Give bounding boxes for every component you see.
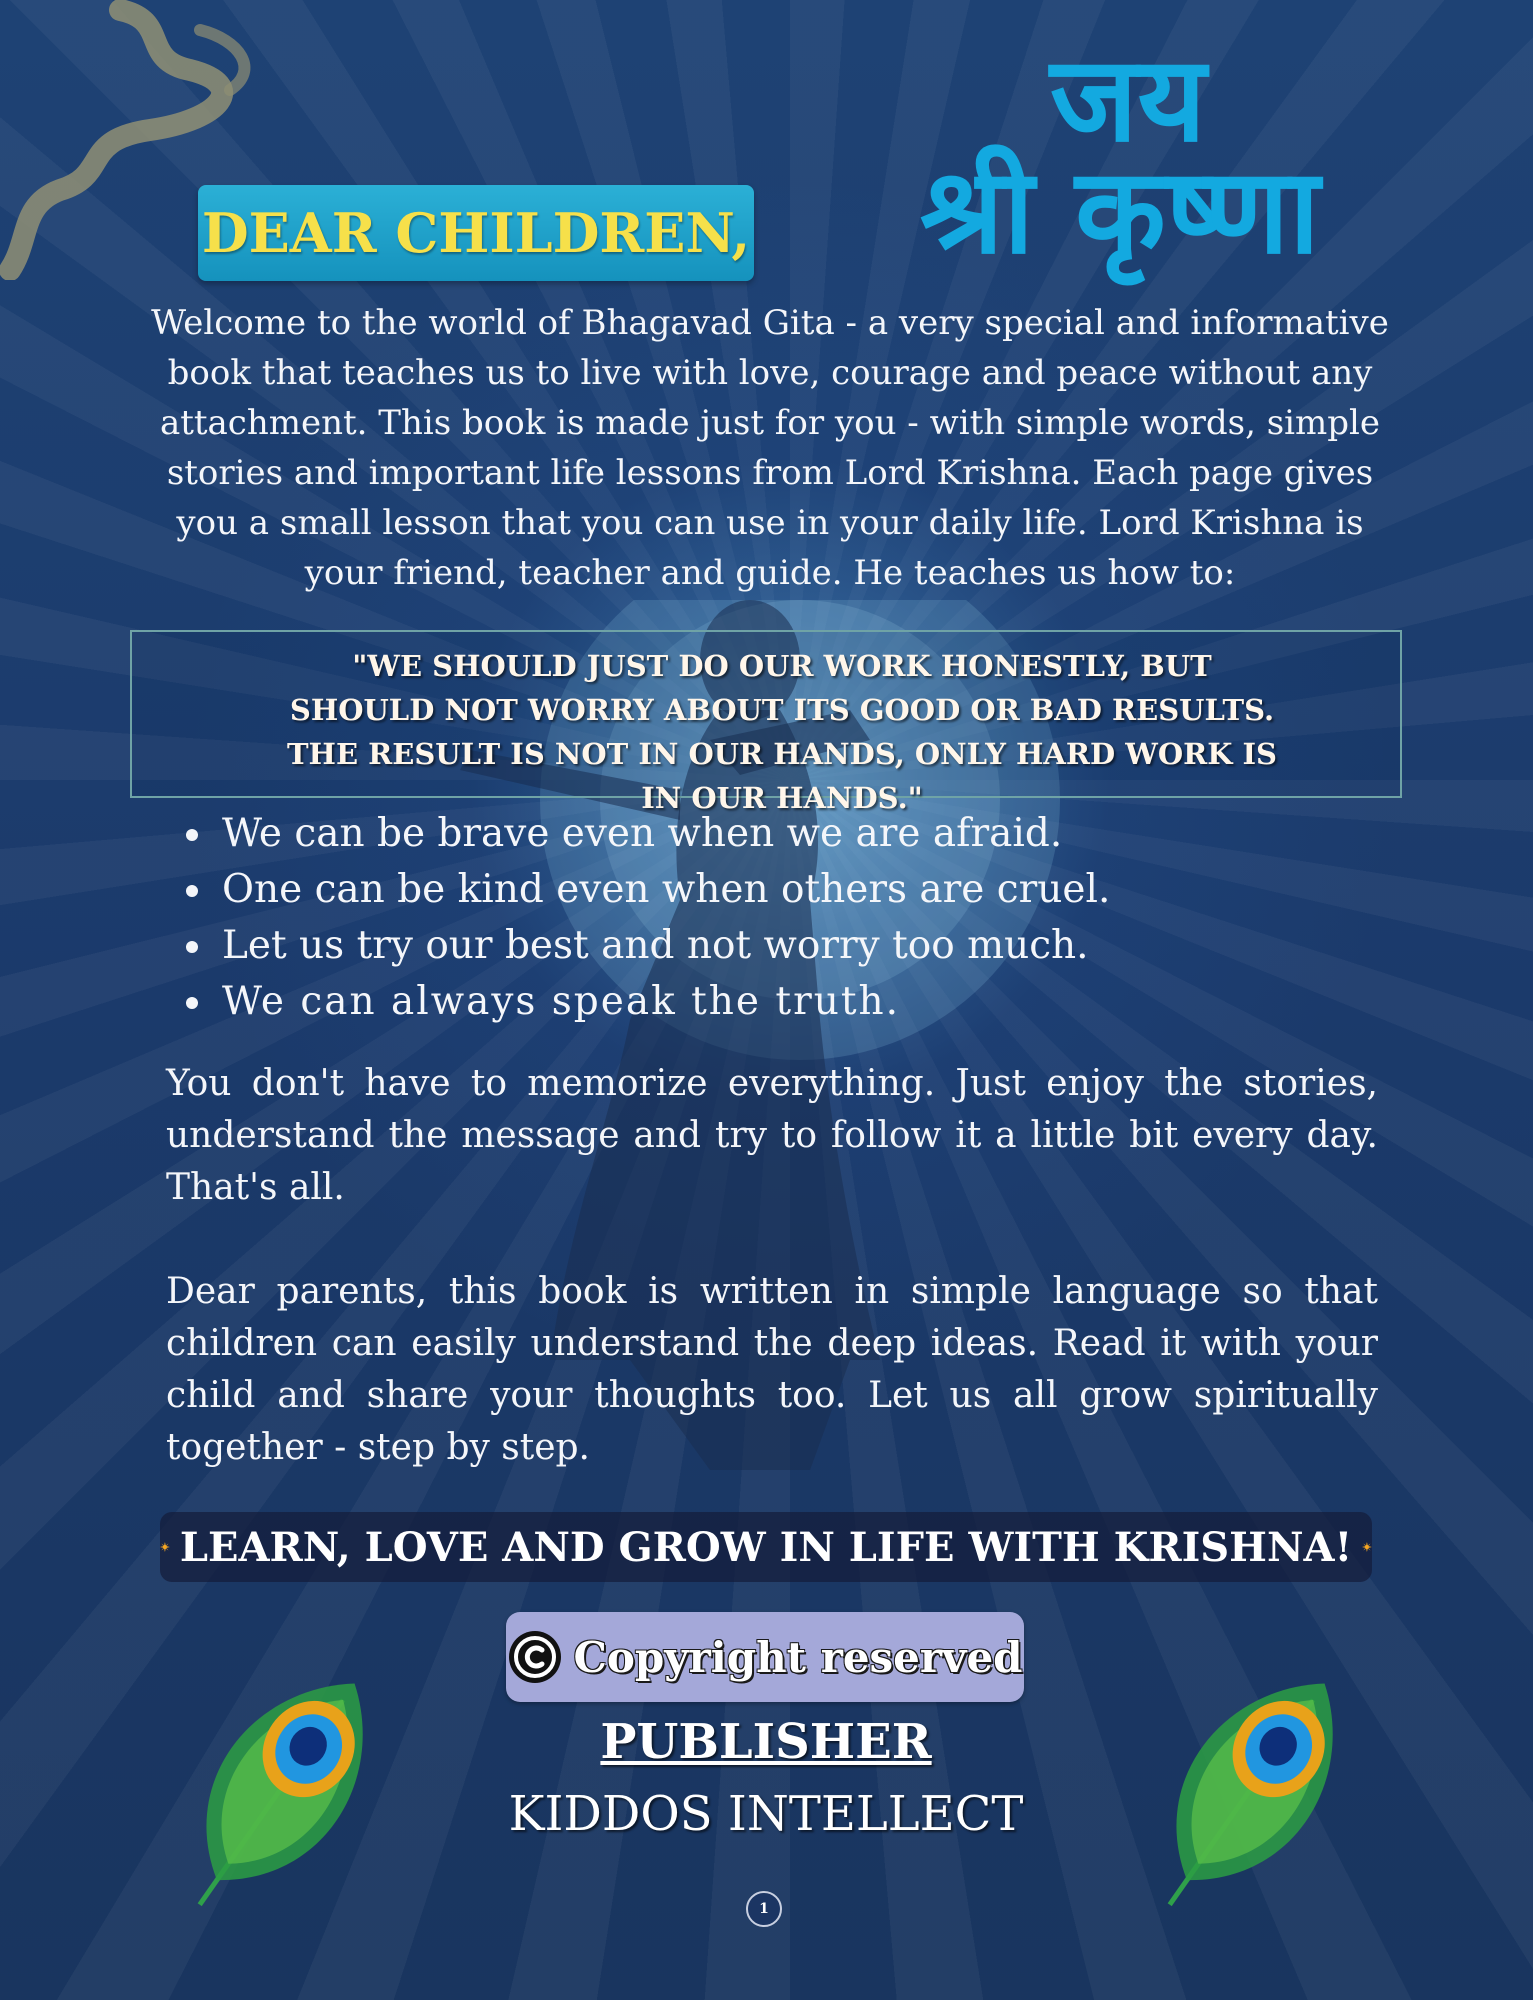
peacock-feather-icon — [197, 1683, 363, 1907]
intro-paragraph: Welcome to the world of Bhagavad Gita - … — [151, 303, 1389, 593]
list-item: We can always speak the truth. — [216, 974, 1216, 1030]
parents-paragraph: Dear parents, this book is written in si… — [166, 1271, 1378, 1468]
tagline-banner: LEARN, LOVE AND GROW IN LIFE WITH KRISHN… — [160, 1512, 1372, 1582]
peacock-feather-icon — [1167, 1683, 1333, 1907]
quote-text: "WE SHOULD JUST DO OUR WORK HONESTLY, BU… — [286, 649, 1278, 815]
lesson-list: We can be brave even when we are afraid.… — [168, 806, 1216, 1030]
jai-shri-krishna-title: जय श्री कृष्णा — [920, 40, 1340, 300]
sun-icon — [160, 1542, 170, 1552]
copyright-text: Copyright reserved — [573, 1632, 1023, 1682]
quote-box: "WE SHOULD JUST DO OUR WORK HONESTLY, BU… — [130, 630, 1402, 815]
devanagari-line-1: जय — [1050, 30, 1206, 168]
greeting-badge: DEAR CHILDREN, — [198, 185, 754, 281]
copyright-icon — [509, 1631, 562, 1683]
publisher-label: PUBLISHER — [600, 1714, 932, 1770]
devanagari-line-2: श्री कृष्णा — [920, 142, 1320, 280]
sun-icon — [1362, 1542, 1372, 1552]
publisher-name: KIDDOS INTELLECT — [508, 1786, 1024, 1842]
copyright-badge: Copyright reserved — [506, 1612, 1024, 1702]
list-item: Let us try our best and not worry too mu… — [216, 918, 1216, 974]
list-item: One can be kind even when others are cru… — [216, 862, 1216, 918]
children-paragraph: You don't have to memorize everything. J… — [166, 1063, 1378, 1208]
list-item: We can be brave even when we are afraid. — [216, 806, 1216, 862]
greeting-heading: DEAR CHILDREN, — [201, 201, 751, 265]
tagline-text: LEARN, LOVE AND GROW IN LIFE WITH KRISHN… — [179, 1523, 1353, 1571]
page-number: 1 — [746, 1891, 782, 1927]
